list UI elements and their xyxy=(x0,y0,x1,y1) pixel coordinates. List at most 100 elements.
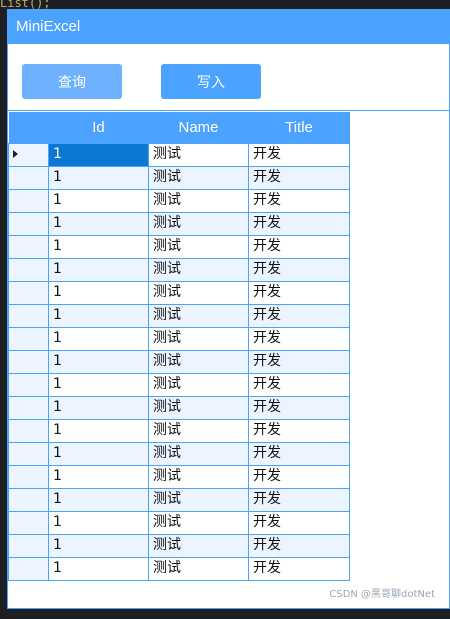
cell-title[interactable]: 开发 xyxy=(248,257,350,282)
cell-name[interactable]: 测试 xyxy=(148,188,249,213)
row-header[interactable] xyxy=(8,211,49,236)
table-row[interactable]: 1 测试 开发 xyxy=(8,142,350,167)
cell-name[interactable]: 测试 xyxy=(148,441,249,466)
query-button[interactable]: 查询 xyxy=(22,64,122,99)
cell-name[interactable]: 测试 xyxy=(148,303,249,328)
cell-name[interactable]: 测试 xyxy=(148,257,249,282)
cell-title[interactable]: 开发 xyxy=(248,142,350,167)
row-header[interactable] xyxy=(8,280,49,305)
cell-title[interactable]: 开发 xyxy=(248,556,350,581)
cell-title[interactable]: 开发 xyxy=(248,165,350,190)
row-header[interactable] xyxy=(8,487,49,512)
table-row[interactable]: 1 测试 开发 xyxy=(8,418,350,443)
cell-id[interactable]: 1 xyxy=(48,372,149,397)
cell-name[interactable]: 测试 xyxy=(148,418,249,443)
table-row[interactable]: 1 测试 开发 xyxy=(8,280,350,305)
cell-title[interactable]: 开发 xyxy=(248,487,350,512)
table-row[interactable]: 1 测试 开发 xyxy=(8,165,350,190)
cell-id[interactable]: 1 xyxy=(48,487,149,512)
cell-name[interactable]: 测试 xyxy=(148,165,249,190)
cell-id[interactable]: 1 xyxy=(48,257,149,282)
cell-name[interactable]: 测试 xyxy=(148,556,249,581)
cell-title[interactable]: 开发 xyxy=(248,510,350,535)
row-header[interactable] xyxy=(8,257,49,282)
row-header[interactable] xyxy=(8,303,49,328)
cell-title[interactable]: 开发 xyxy=(248,372,350,397)
cell-id[interactable]: 1 xyxy=(48,556,149,581)
row-header[interactable] xyxy=(8,441,49,466)
cell-title[interactable]: 开发 xyxy=(248,441,350,466)
row-header[interactable] xyxy=(8,326,49,351)
cell-id[interactable]: 1 xyxy=(48,395,149,420)
cell-id[interactable]: 1 xyxy=(48,211,149,236)
table-row[interactable]: 1 测试 开发 xyxy=(8,372,350,397)
cell-name[interactable]: 测试 xyxy=(148,510,249,535)
table-row[interactable]: 1 测试 开发 xyxy=(8,441,350,466)
cell-name[interactable]: 测试 xyxy=(148,533,249,558)
table-row[interactable]: 1 测试 开发 xyxy=(8,395,350,420)
cell-name[interactable]: 测试 xyxy=(148,464,249,489)
row-header[interactable] xyxy=(8,464,49,489)
table-row[interactable]: 1 测试 开发 xyxy=(8,234,350,259)
row-header[interactable] xyxy=(8,165,49,190)
cell-name[interactable]: 测试 xyxy=(148,395,249,420)
table-row[interactable]: 1 测试 开发 xyxy=(8,510,350,535)
cell-title[interactable]: 开发 xyxy=(248,533,350,558)
write-button[interactable]: 写入 xyxy=(161,64,261,99)
cell-title[interactable]: 开发 xyxy=(248,188,350,213)
cell-name[interactable]: 测试 xyxy=(148,280,249,305)
cell-id[interactable]: 1 xyxy=(48,188,149,213)
cell-id[interactable]: 1 xyxy=(48,464,149,489)
table-row[interactable]: 1 测试 开发 xyxy=(8,257,350,282)
column-header-name[interactable]: Name xyxy=(148,112,249,143)
column-header-title[interactable]: Title xyxy=(248,112,350,143)
cell-id[interactable]: 1 xyxy=(48,142,149,167)
table-row[interactable]: 1 测试 开发 xyxy=(8,487,350,512)
cell-id[interactable]: 1 xyxy=(48,533,149,558)
cell-title[interactable]: 开发 xyxy=(248,211,350,236)
cell-id[interactable]: 1 xyxy=(48,418,149,443)
cell-name[interactable]: 测试 xyxy=(148,349,249,374)
row-header[interactable] xyxy=(8,372,49,397)
cell-id[interactable]: 1 xyxy=(48,165,149,190)
table-row[interactable]: 1 测试 开发 xyxy=(8,326,350,351)
cell-title[interactable]: 开发 xyxy=(248,326,350,351)
cell-title[interactable]: 开发 xyxy=(248,464,350,489)
table-row[interactable]: 1 测试 开发 xyxy=(8,464,350,489)
row-header[interactable] xyxy=(8,395,49,420)
column-header-id[interactable]: Id xyxy=(48,112,149,143)
cell-title[interactable]: 开发 xyxy=(248,349,350,374)
cell-id[interactable]: 1 xyxy=(48,280,149,305)
row-header[interactable] xyxy=(8,234,49,259)
cell-title[interactable]: 开发 xyxy=(248,234,350,259)
cell-title[interactable]: 开发 xyxy=(248,280,350,305)
table-row[interactable]: 1 测试 开发 xyxy=(8,188,350,213)
table-row[interactable]: 1 测试 开发 xyxy=(8,533,350,558)
cell-name[interactable]: 测试 xyxy=(148,234,249,259)
cell-id[interactable]: 1 xyxy=(48,234,149,259)
row-header[interactable] xyxy=(8,418,49,443)
cell-name[interactable]: 测试 xyxy=(148,211,249,236)
cell-name[interactable]: 测试 xyxy=(148,142,249,167)
cell-title[interactable]: 开发 xyxy=(248,303,350,328)
row-header[interactable] xyxy=(8,510,49,535)
row-header[interactable] xyxy=(8,533,49,558)
cell-id[interactable]: 1 xyxy=(48,349,149,374)
table-row[interactable]: 1 测试 开发 xyxy=(8,211,350,236)
data-grid[interactable]: Id Name Title 1 测试 开发 1 测试 开发 1 测试 开发 1 测试 开发 1 测试 开发 1… xyxy=(8,112,350,581)
cell-id[interactable]: 1 xyxy=(48,510,149,535)
cell-title[interactable]: 开发 xyxy=(248,418,350,443)
table-row[interactable]: 1 测试 开发 xyxy=(8,349,350,374)
cell-id[interactable]: 1 xyxy=(48,441,149,466)
cell-id[interactable]: 1 xyxy=(48,303,149,328)
row-header[interactable] xyxy=(8,188,49,213)
table-row[interactable]: 1 测试 开发 xyxy=(8,303,350,328)
row-header[interactable] xyxy=(8,556,49,581)
cell-title[interactable]: 开发 xyxy=(248,395,350,420)
cell-name[interactable]: 测试 xyxy=(148,326,249,351)
table-row[interactable]: 1 测试 开发 xyxy=(8,556,350,581)
row-header[interactable] xyxy=(8,349,49,374)
row-header[interactable] xyxy=(8,142,49,167)
cell-name[interactable]: 测试 xyxy=(148,372,249,397)
cell-id[interactable]: 1 xyxy=(48,326,149,351)
